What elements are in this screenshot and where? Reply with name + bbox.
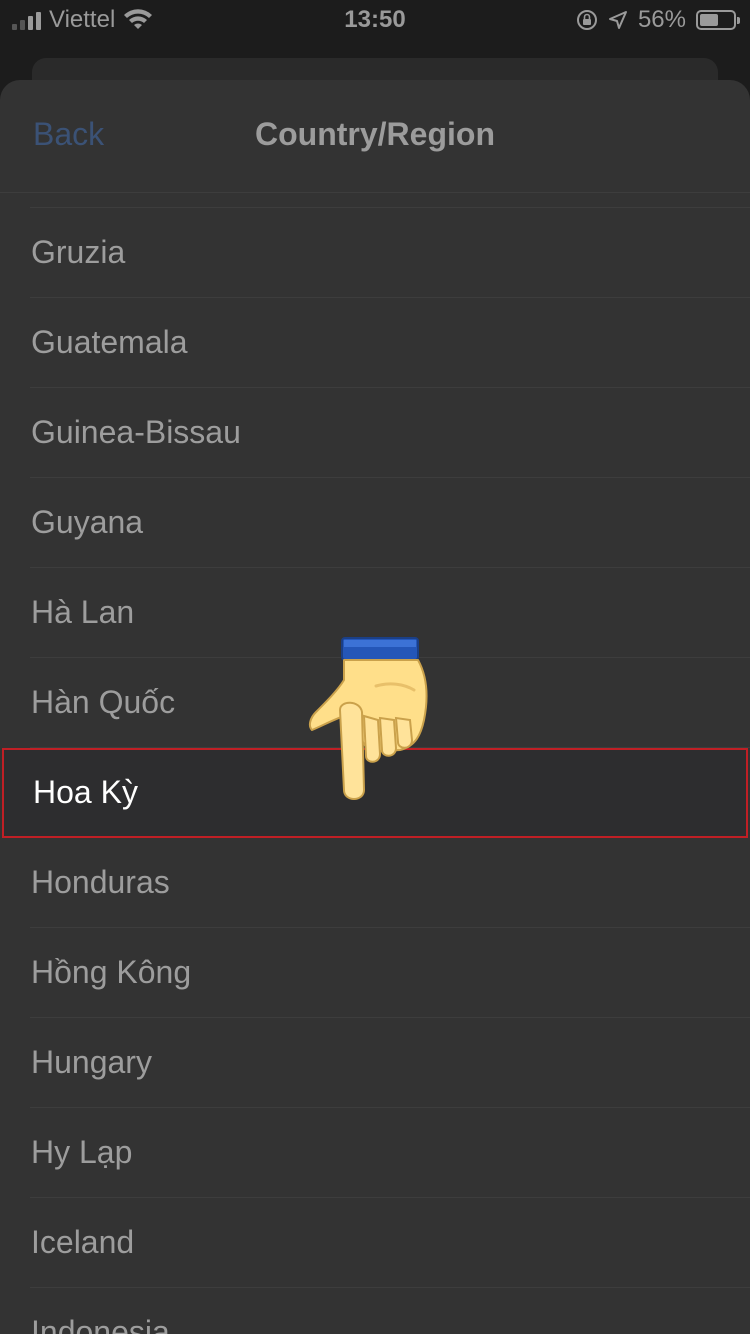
country-label: Hungary (31, 1044, 152, 1080)
list-item[interactable]: Guinea-Bissau (30, 388, 750, 478)
screen: Viettel 13:50 56% Back Country/Region Gr… (0, 0, 750, 1334)
status-bar: Viettel 13:50 56% (0, 0, 750, 40)
country-label: Indonesia (31, 1314, 170, 1334)
pointing-hand-icon (308, 637, 428, 800)
country-label: Iceland (31, 1224, 135, 1260)
country-region-sheet: Back Country/Region Gruzia Guatemala Guine… (0, 80, 750, 1334)
country-label: Hy Lạp (31, 1134, 133, 1170)
country-label: Guatemala (31, 324, 188, 360)
battery-percent: 56% (637, 6, 686, 33)
list-item[interactable]: Hồng Kông (30, 928, 750, 1018)
page-title: Country/Region (255, 116, 495, 152)
orientation-lock-icon (576, 10, 597, 30)
list-item[interactable]: Iceland (30, 1198, 750, 1288)
country-label: Honduras (31, 864, 170, 900)
list-item[interactable]: Indonesia (30, 1288, 750, 1334)
battery-icon (696, 10, 740, 30)
list-item[interactable]: Hy Lạp (30, 1108, 750, 1198)
list-item[interactable]: Guatemala (30, 298, 750, 388)
navigation-bar: Back Country/Region (0, 80, 750, 193)
country-label: Guinea-Bissau (31, 414, 241, 450)
list-item[interactable]: Hungary (30, 1018, 750, 1108)
country-label: Hàn Quốc (31, 684, 176, 720)
country-label: Gruzia (31, 234, 126, 270)
list-item[interactable]: Guyana (30, 478, 750, 568)
list-item[interactable]: Gruzia (30, 208, 750, 298)
country-label: Hồng Kông (31, 954, 192, 990)
status-right: 56% (576, 6, 740, 34)
location-arrow-icon (608, 11, 627, 29)
country-label: Hà Lan (31, 594, 135, 630)
battery-fill (700, 14, 718, 26)
country-label: Guyana (31, 504, 144, 540)
country-label: Hoa Kỳ (33, 774, 138, 810)
list-item[interactable]: Honduras (30, 838, 750, 928)
